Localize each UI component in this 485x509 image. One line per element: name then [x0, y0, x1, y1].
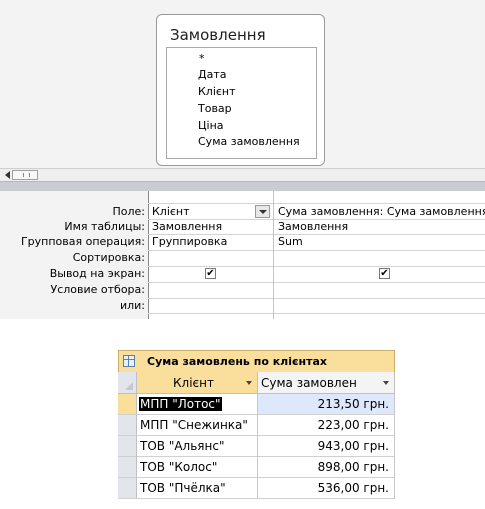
query-tab[interactable]: Сума замовлень по клієнтах [118, 350, 395, 372]
cell-client-text: ТОВ "Колос" [140, 460, 218, 474]
cell-sum[interactable]: 213,50 грн. [258, 394, 395, 415]
field-item-price[interactable]: Ціна [198, 119, 224, 132]
row-selector[interactable] [118, 415, 137, 436]
field-item-client[interactable]: Клієнт [198, 85, 236, 98]
row-label-criteria: Условие отбора: [50, 283, 146, 296]
field-item-product[interactable]: Товар [198, 102, 232, 115]
field-item-all[interactable]: * [199, 52, 205, 65]
row-selector[interactable] [118, 457, 137, 478]
col2-show-checkbox[interactable]: ✔ [379, 268, 390, 279]
cell-client[interactable]: МПП "Снежинка" [137, 415, 258, 436]
cell-sum[interactable]: 223,00 грн. [258, 415, 395, 436]
grid-line [148, 203, 485, 204]
cell-client-text: ТОВ "Альянс" [140, 439, 225, 453]
field-dropdown-icon[interactable] [255, 205, 270, 218]
query-result-datasheet: Сума замовлень по клієнтах Клієнт Сума з… [118, 350, 395, 509]
col1-field-cell[interactable]: Клієнт [152, 205, 252, 218]
grid-line [148, 250, 485, 251]
column-header-sum[interactable]: Сума замовлен [258, 372, 395, 394]
cell-client[interactable]: ТОВ "Колос" [137, 457, 258, 478]
sort-filter-arrow-icon[interactable] [246, 381, 252, 385]
col2-table-cell[interactable]: Замовлення [278, 220, 483, 233]
column-separator [273, 191, 274, 319]
cell-client-text: МПП "Лотос" [139, 397, 222, 411]
cell-sum-text: 213,50 грн. [317, 397, 389, 411]
col1-table-cell[interactable]: Замовлення [152, 220, 270, 233]
grid-line [148, 313, 485, 314]
row-label-show: Вывод на экран: [49, 267, 145, 280]
cell-sum[interactable]: 536,00 грн. [258, 478, 395, 499]
grid-line [148, 266, 485, 267]
row-selector[interactable] [118, 478, 137, 499]
cell-sum[interactable]: 943,00 грн. [258, 436, 395, 457]
query-icon [123, 355, 135, 367]
cell-client[interactable]: МПП "Лотос" [137, 394, 258, 415]
row-label-field: Поле: [112, 205, 145, 218]
sort-filter-arrow-icon[interactable] [383, 381, 389, 385]
column-header-client-label: Клієнт [173, 376, 214, 390]
horizontal-scrollbar[interactable] [0, 168, 485, 182]
cell-sum[interactable]: 898,00 грн. [258, 457, 395, 478]
row-label-or: или: [119, 299, 145, 312]
query-design-pane: Замовлення * Дата Клієнт Товар Ціна Сума… [0, 0, 485, 172]
col2-group-cell[interactable]: Sum [278, 235, 483, 248]
row-selector[interactable] [118, 436, 137, 457]
scroll-left-arrow-icon[interactable] [5, 171, 10, 179]
cell-client[interactable]: ТОВ "Пчёлка" [137, 478, 258, 499]
cell-client[interactable]: ТОВ "Альянс" [137, 436, 258, 457]
cell-sum-text: 943,00 грн. [317, 439, 389, 453]
query-design-grid: Поле: Имя таблицы: Групповая операция: С… [0, 191, 485, 319]
column-header-sum-label: Сума замовлен [261, 376, 357, 390]
row-selector[interactable] [118, 394, 137, 415]
cell-sum-text: 536,00 грн. [317, 481, 389, 495]
cell-sum-text: 898,00 грн. [317, 460, 389, 474]
grip-icon [23, 173, 30, 177]
select-all-corner[interactable] [118, 372, 137, 394]
field-item-order-sum[interactable]: Сума замовлення [198, 135, 300, 148]
table-field-list[interactable]: Замовлення * Дата Клієнт Товар Ціна Сума… [156, 14, 325, 166]
field-list-box: * Дата Клієнт Товар Ціна Сума замовлення [166, 47, 317, 159]
column-header-client[interactable]: Клієнт [137, 372, 258, 394]
query-tab-title: Сума замовлень по клієнтах [147, 355, 328, 368]
field-item-date[interactable]: Дата [198, 68, 226, 81]
col1-group-cell[interactable]: Группировка [152, 235, 270, 248]
cell-sum-text: 223,00 грн. [317, 418, 389, 432]
row-label-sort: Сортировка: [72, 251, 145, 264]
row-label-table: Имя таблицы: [64, 220, 145, 233]
grid-line [148, 298, 485, 299]
cell-client-text: МПП "Снежинка" [140, 418, 248, 432]
grid-line [148, 282, 485, 283]
col1-show-checkbox[interactable]: ✔ [205, 268, 216, 279]
scroll-thumb[interactable] [12, 170, 38, 180]
datasheet-grid: Клієнт Сума замовлен МПП "Лотос" 213,50 … [118, 372, 395, 509]
row-label-group: Групповая операция: [20, 235, 145, 248]
col2-field-cell[interactable]: Сума замовлення: Сума замовлення [278, 205, 485, 218]
cell-client-text: ТОВ "Пчёлка" [140, 481, 226, 495]
field-list-title: Замовлення [170, 26, 266, 44]
